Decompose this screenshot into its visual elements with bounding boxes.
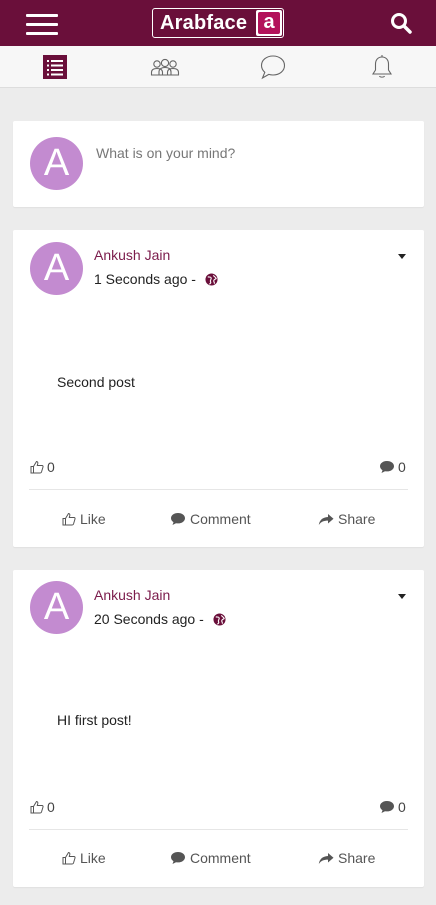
comment-count: 0 (379, 459, 406, 475)
post-divider (29, 829, 408, 830)
post-author[interactable]: Ankush Jain (94, 587, 170, 603)
like-count: 0 (30, 799, 55, 815)
bell-icon[interactable] (370, 54, 394, 80)
composer-placeholder[interactable]: What is on your mind? (96, 145, 235, 161)
share-button-label: Share (338, 511, 376, 527)
globe-icon (205, 273, 218, 286)
share-button[interactable]: Share (318, 850, 375, 866)
comment-button-label: Comment (190, 511, 251, 527)
thumbs-up-outline-icon (62, 851, 76, 865)
post-divider (29, 489, 408, 490)
share-button[interactable]: Share (318, 511, 375, 527)
post-card: A Ankush Jain 20 Seconds ago - HI first … (13, 570, 424, 887)
post-timestamp: 20 Seconds ago - (94, 611, 226, 627)
comment-icon (171, 513, 185, 525)
logo-letter: a (258, 12, 280, 34)
like-count-value: 0 (47, 459, 55, 475)
share-button-label: Share (338, 850, 376, 866)
search-icon[interactable] (390, 12, 412, 34)
like-button[interactable]: Like (62, 850, 106, 866)
like-button[interactable]: Like (62, 511, 106, 527)
menu-icon[interactable] (26, 14, 58, 35)
like-count: 0 (30, 459, 55, 475)
avatar[interactable]: A (30, 242, 83, 295)
tab-bar (0, 46, 436, 88)
top-app-bar: Arabface a (0, 0, 436, 46)
post-options-caret-icon[interactable] (398, 254, 406, 259)
like-count-value: 0 (47, 799, 55, 815)
logo-mark-icon: a (256, 10, 282, 36)
list-icon[interactable] (42, 54, 68, 80)
comment-count-value: 0 (398, 799, 406, 815)
thumbs-up-outline-icon (62, 512, 76, 526)
avatar[interactable]: A (30, 581, 83, 634)
post-author[interactable]: Ankush Jain (94, 247, 170, 263)
thumbs-up-outline-icon (30, 460, 44, 474)
comment-count-value: 0 (398, 459, 406, 475)
post-time-text: 1 Seconds ago - (94, 271, 196, 287)
chat-icon[interactable] (259, 53, 287, 81)
comment-button[interactable]: Comment (170, 511, 251, 527)
comment-button-label: Comment (190, 850, 251, 866)
share-icon (318, 852, 334, 864)
logo-text: Arabface (160, 11, 248, 34)
comment-button[interactable]: Comment (170, 850, 251, 866)
app-logo[interactable]: Arabface a (152, 8, 284, 38)
like-button-label: Like (80, 850, 106, 866)
like-button-label: Like (80, 511, 106, 527)
friends-icon[interactable] (150, 54, 180, 80)
globe-icon (213, 613, 226, 626)
thumbs-up-outline-icon (30, 800, 44, 814)
post-text: HI first post! (57, 712, 132, 728)
comment-icon (380, 801, 394, 813)
post-card: A Ankush Jain 1 Seconds ago - Second pos… (13, 230, 424, 547)
composer-card[interactable]: A What is on your mind? (13, 121, 424, 207)
post-time-text: 20 Seconds ago - (94, 611, 204, 627)
post-text: Second post (57, 374, 135, 390)
post-options-caret-icon[interactable] (398, 594, 406, 599)
avatar: A (30, 137, 83, 190)
comment-icon (380, 461, 394, 473)
post-timestamp: 1 Seconds ago - (94, 271, 218, 287)
comment-icon (171, 852, 185, 864)
comment-count: 0 (379, 799, 406, 815)
share-icon (318, 513, 334, 525)
